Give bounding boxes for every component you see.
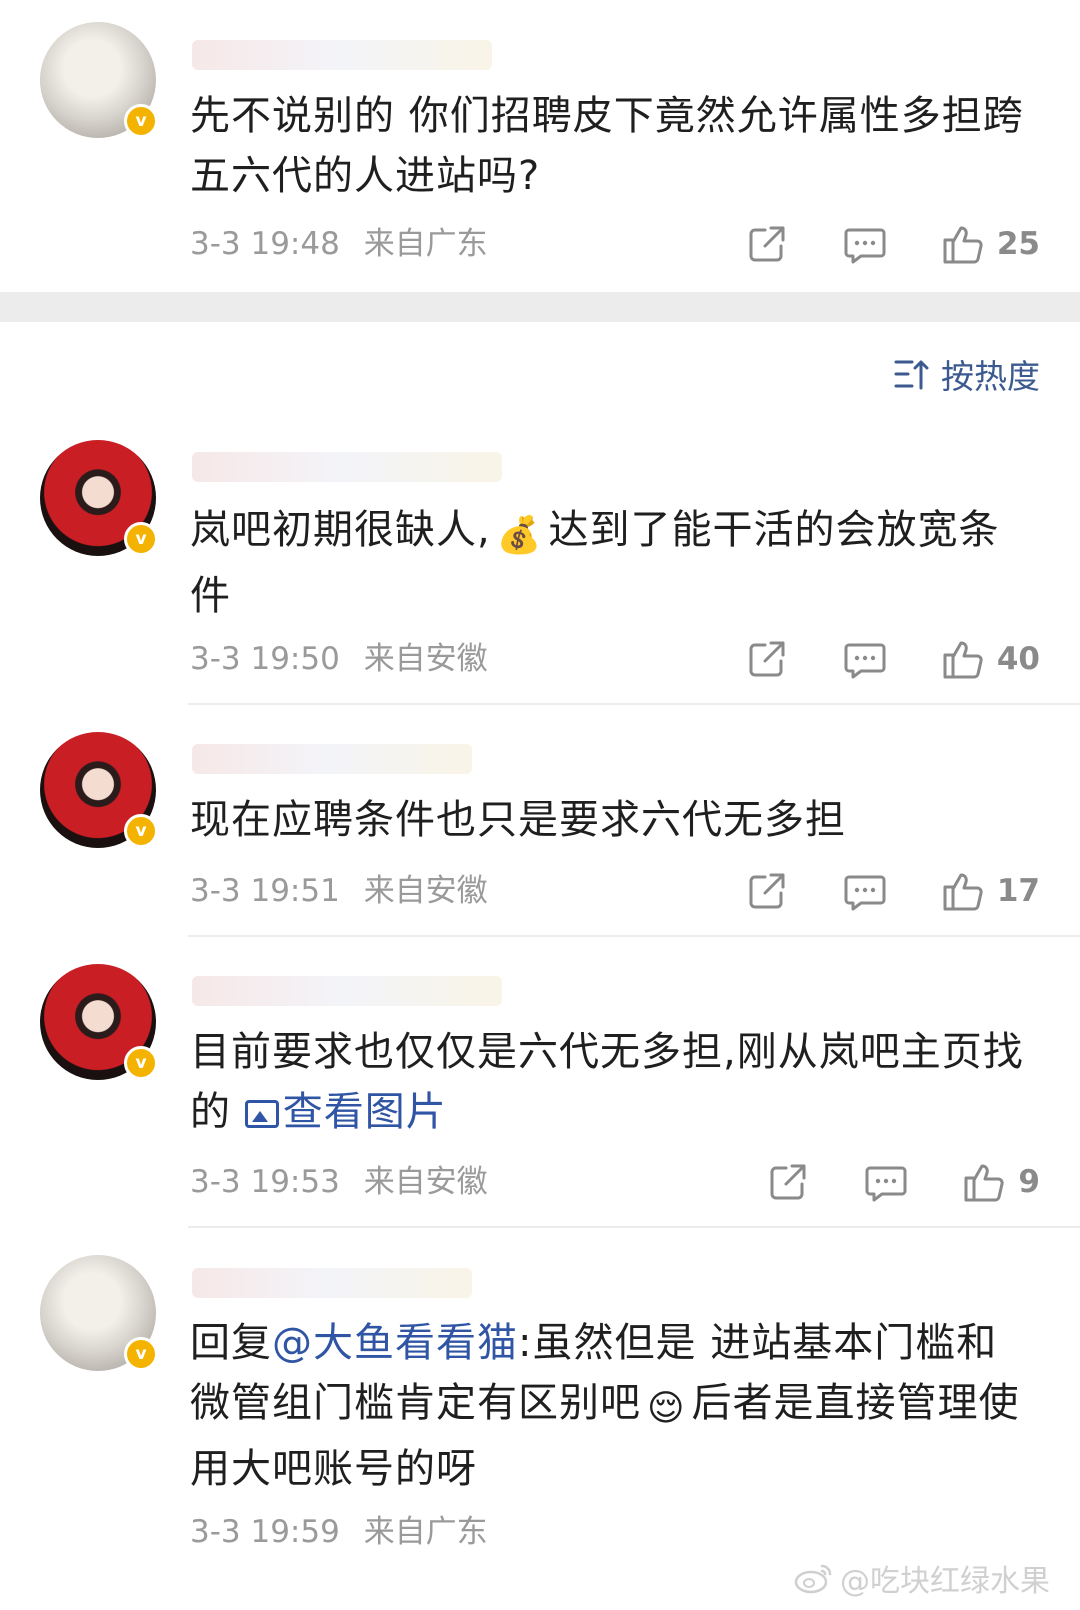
comment-location: 来自安徽 [363,641,488,677]
view-image-label: 查看图片 [282,1089,447,1135]
reply-prefix: 回复 [190,1320,272,1366]
comment-meta: 3-3 19:50 来自安徽 [190,637,488,681]
verified-badge-icon: v [124,104,158,138]
comment-icon[interactable] [843,222,887,266]
verified-badge-icon: v [124,1046,158,1080]
comment-text-part: 岚吧初期很缺人, [190,507,491,553]
comment-icon[interactable] [843,637,887,681]
comment-location: 来自广东 [363,226,488,262]
comment-divider [188,703,1080,705]
thumbs-up-icon[interactable] [962,1160,1006,1204]
comment-time: 3-3 19:50 [190,641,340,677]
comment-actions: 25 [691,222,1040,266]
comment-time: 3-3 19:51 [190,873,340,909]
username-blurred[interactable] [192,1268,472,1298]
watermark: @吃块红绿水果 [794,1556,1050,1600]
thumbs-up-icon[interactable] [941,222,985,266]
verified-badge-icon: v [124,1337,158,1371]
comment-actions: 40 [691,637,1040,681]
comment-location: 来自安徽 [363,873,488,909]
comment-location: 来自广东 [363,1514,488,1550]
weibo-logo-icon [794,1564,832,1594]
comment-actions: 9 [712,1160,1040,1204]
relieved-face-emoji: 😌 [647,1388,686,1429]
avatar[interactable]: v [40,1255,158,1371]
comment-time: 3-3 19:48 [190,226,340,262]
comment-time: 3-3 19:53 [190,1164,340,1200]
money-bag-emoji: 💰 [496,515,543,556]
user-mention-link[interactable]: @大鱼看看猫 [272,1320,518,1366]
comment-divider [188,935,1080,937]
comment-location: 来自安徽 [363,1164,488,1200]
avatar[interactable]: v [40,964,158,1080]
thumbs-up-icon[interactable] [941,637,985,681]
sort-label: 按热度 [941,357,1040,396]
watermark-text: @吃块红绿水果 [840,1564,1050,1599]
like-count: 17 [996,873,1040,909]
like-count: 9 [1018,1164,1040,1200]
avatar[interactable]: v [40,22,158,138]
username-blurred[interactable] [192,744,472,774]
comment-meta: 3-3 19:48 来自广东 [190,222,488,266]
avatar[interactable]: v [40,732,158,848]
comment-text: 先不说别的 你们招聘皮下竟然允许属性多担跨五六代的人进站吗? [190,93,1024,199]
share-icon[interactable] [745,222,789,266]
comment-divider [188,1226,1080,1228]
comment-meta: 3-3 19:51 来自安徽 [190,869,488,913]
sort-button[interactable]: 按热度 [893,352,1040,396]
verified-badge-icon: v [124,522,158,556]
comment-time: 3-3 19:59 [190,1514,340,1550]
share-icon[interactable] [745,637,789,681]
sort-icon [894,360,929,390]
username-blurred[interactable] [192,452,502,482]
share-icon[interactable] [745,869,789,913]
comment-text: 回复@大鱼看看猫:虽然但是 进站基本门槛和微管组门槛肯定有区别吧 😌 后者是直接管理… [190,1313,1030,1499]
username-blurred[interactable] [192,40,492,70]
share-icon[interactable] [766,1160,810,1204]
thumbs-up-icon[interactable] [941,869,985,913]
view-image-link[interactable]: 查看图片 [244,1089,447,1135]
like-count: 25 [996,226,1040,262]
comment-text: 现在应聘条件也只是要求六代无多担 [190,797,846,843]
comment-text: 岚吧初期很缺人, 💰 达到了能干活的会放宽条件 [190,500,1030,626]
verified-badge-icon: v [124,814,158,848]
avatar[interactable]: v [40,440,158,556]
username-blurred[interactable] [192,976,502,1006]
comment-icon[interactable] [864,1160,908,1204]
comment-actions: 17 [691,869,1040,913]
comment-text: 目前要求也仅仅是六代无多担,刚从岚吧主页找的 查看图片 [190,1022,1030,1142]
like-count: 40 [996,641,1040,677]
comment-icon[interactable] [843,869,887,913]
comment-meta: 3-3 19:53 来自安徽 [190,1160,488,1204]
section-separator [0,292,1080,322]
image-icon [244,1100,279,1128]
comment-meta: 3-3 19:59 来自广东 [190,1510,488,1554]
